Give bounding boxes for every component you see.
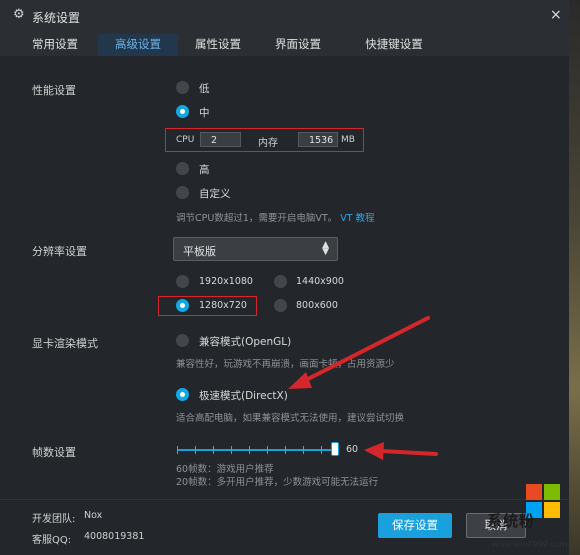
render-option-speed: 极速模式(DirectX) — [199, 390, 288, 402]
qq-value: 4008019381 — [84, 531, 145, 542]
slider-tick — [321, 446, 322, 454]
mem-label: 内存 — [258, 138, 278, 149]
perf-radio-custom[interactable] — [176, 186, 189, 199]
slider-tick — [267, 446, 268, 454]
close-icon[interactable]: × — [550, 7, 562, 23]
cpu-label: CPU — [176, 135, 195, 145]
render-speed-hint: 适合高配电脑，如果兼容模式无法使用，建议尝试切换 — [176, 413, 405, 424]
gear-icon: ⚙ — [13, 7, 25, 22]
render-label: 显卡渲染模式 — [32, 337, 98, 350]
perf-option-mid: 中 — [199, 107, 210, 119]
slider-tick — [249, 446, 250, 454]
render-radio-compat[interactable] — [176, 334, 189, 347]
tab-common[interactable]: 常用设置 — [18, 34, 92, 56]
resolution-select-value: 平板版 — [183, 245, 216, 258]
window-title: 系统设置 — [32, 11, 81, 25]
res-radio-1280[interactable] — [176, 299, 189, 312]
chevron-updown-icon: ▲ ▼ — [322, 240, 329, 257]
cpu-input[interactable]: 2 — [200, 132, 241, 147]
fps-hint-20: 20帧数：多开用户推荐，少数游戏可能无法运行 — [176, 477, 379, 488]
watermark-text: 系统粉 — [487, 512, 536, 530]
team-label: 开发团队: — [32, 514, 76, 525]
fps-hint-60: 60帧数：游戏用户推荐 — [176, 464, 274, 475]
res-option-800: 800x600 — [296, 300, 338, 311]
res-option-1920: 1920x1080 — [199, 276, 253, 287]
fps-label: 帧数设置 — [32, 446, 76, 459]
vt-tutorial-link[interactable]: VT 教程 — [340, 213, 374, 224]
res-radio-1920[interactable] — [176, 275, 189, 288]
footer-divider — [0, 499, 569, 500]
team-value: Nox — [84, 510, 103, 521]
res-option-1280: 1280x720 — [199, 300, 247, 311]
perf-radio-high[interactable] — [176, 162, 189, 175]
perf-option-custom: 自定义 — [199, 188, 231, 200]
performance-label: 性能设置 — [32, 84, 76, 97]
title-bar: ⚙ 系统设置 × — [0, 0, 569, 34]
watermark-url: www.win7999.com — [492, 540, 568, 549]
slider-tick — [285, 446, 286, 454]
fps-slider-thumb[interactable] — [331, 442, 339, 456]
perf-option-low: 低 — [199, 83, 210, 95]
slider-tick — [303, 446, 304, 454]
tab-properties[interactable]: 属性设置 — [180, 34, 256, 56]
perf-radio-mid[interactable] — [176, 105, 189, 118]
render-option-compat: 兼容模式(OpenGL) — [199, 336, 292, 348]
mem-input[interactable]: 1536 — [298, 132, 338, 147]
fps-slider-track[interactable] — [177, 449, 337, 451]
perf-option-high: 高 — [199, 164, 210, 176]
res-radio-800[interactable] — [274, 299, 287, 312]
tab-interface[interactable]: 界面设置 — [260, 34, 336, 56]
slider-tick — [195, 446, 196, 454]
res-radio-1440[interactable] — [274, 275, 287, 288]
save-button[interactable]: 保存设置 — [378, 513, 452, 538]
resolution-label: 分辨率设置 — [32, 245, 87, 258]
mem-unit: MB — [341, 135, 355, 145]
render-compat-hint: 兼容性好，玩游戏不再崩溃，画面卡顿，占用资源少 — [176, 359, 395, 370]
slider-tick — [231, 446, 232, 454]
fps-value: 60 — [346, 444, 359, 455]
resolution-select[interactable]: 平板版 ▲ ▼ — [173, 237, 338, 261]
tab-bar: 常用设置 高级设置 属性设置 界面设置 快捷键设置 — [0, 34, 569, 56]
perf-radio-low[interactable] — [176, 81, 189, 94]
slider-tick — [213, 446, 214, 454]
render-radio-speed[interactable] — [176, 388, 189, 401]
slider-tick — [177, 446, 178, 454]
tab-advanced[interactable]: 高级设置 — [98, 34, 178, 56]
res-option-1440: 1440x900 — [296, 276, 344, 287]
qq-label: 客服QQ: — [32, 535, 72, 546]
vt-hint: 调节CPU数超过1，需要开启电脑VT。 VT 教程 — [176, 213, 375, 224]
tab-shortcuts[interactable]: 快捷键设置 — [340, 34, 448, 56]
